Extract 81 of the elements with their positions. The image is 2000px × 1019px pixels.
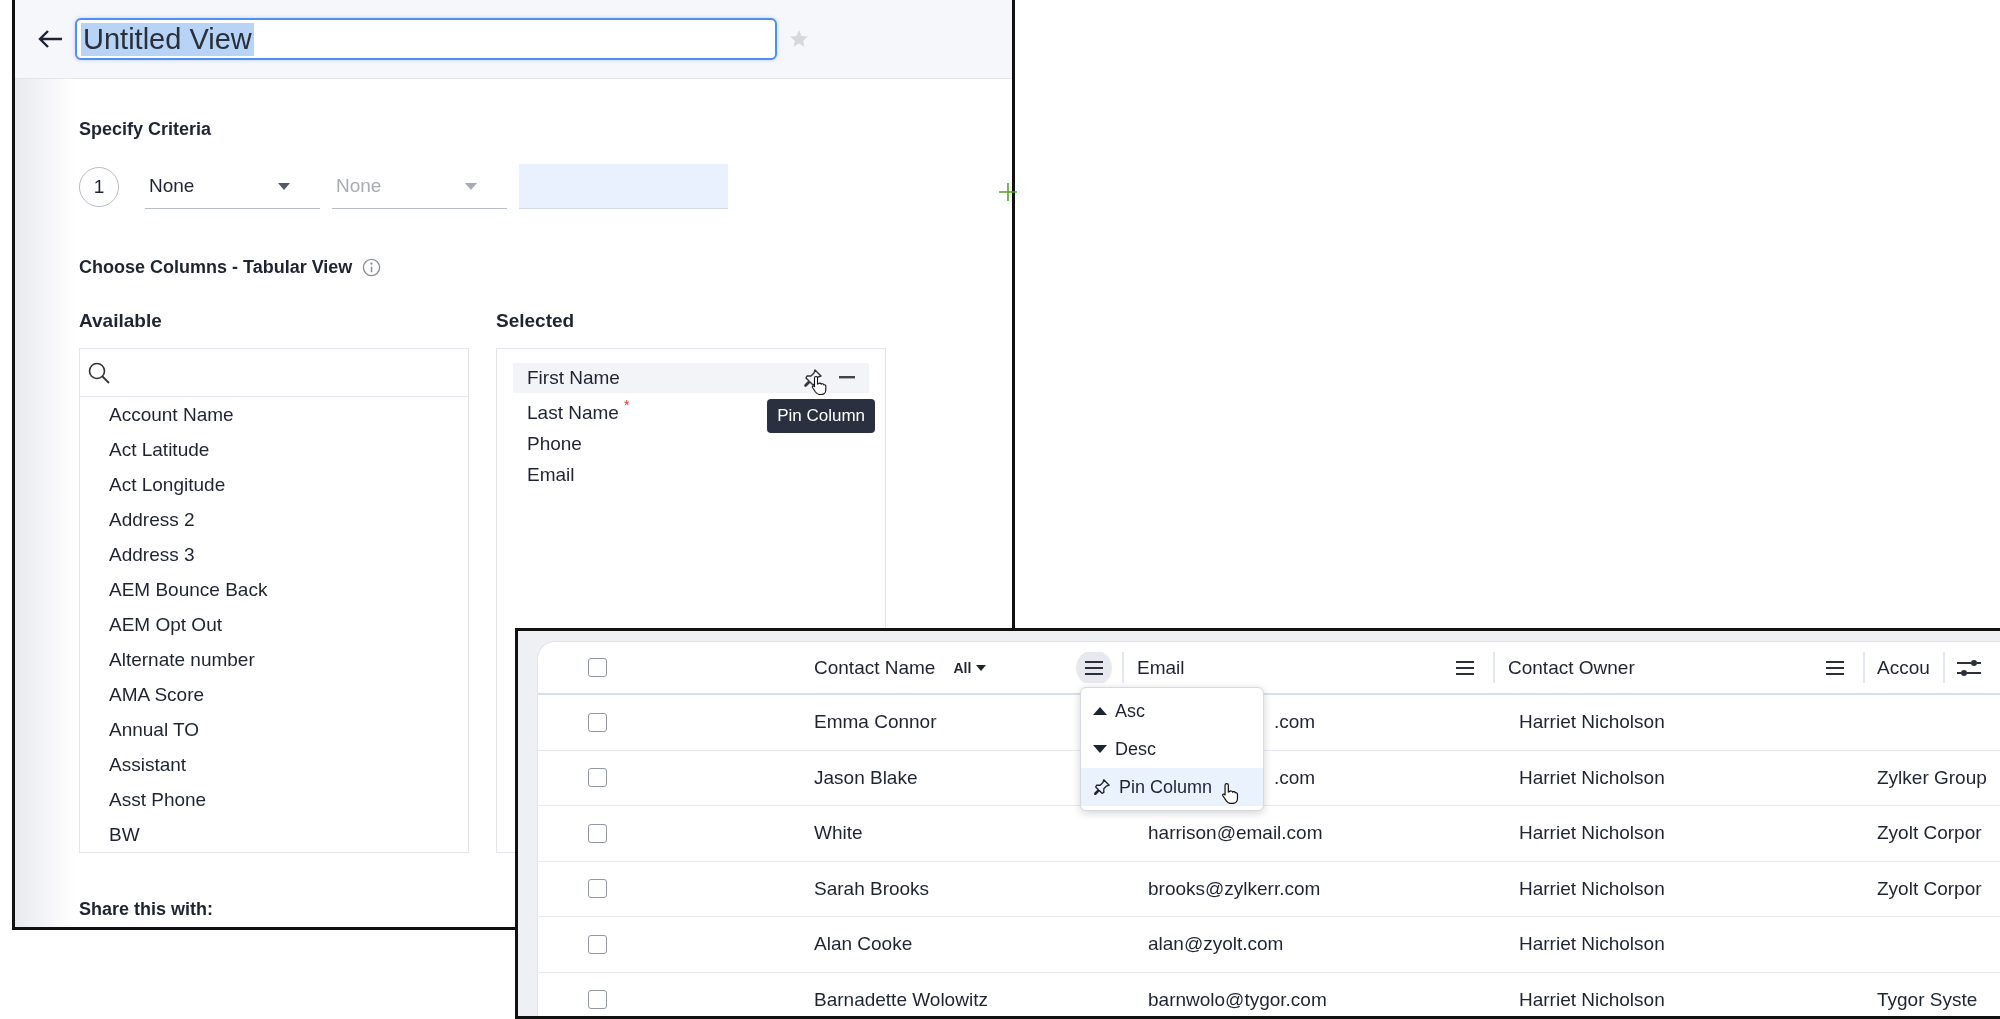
caret-icon	[976, 664, 987, 671]
selected-label: Selected	[496, 310, 576, 332]
owner-cell: Harriet Nicholson	[1519, 711, 1665, 734]
pin-icon	[1093, 778, 1111, 796]
caret-icon	[278, 182, 290, 190]
available-item[interactable]: AEM Opt Out	[80, 607, 468, 642]
available-item[interactable]: Annual TO	[80, 712, 468, 747]
menu-item[interactable]: Pin Column	[1081, 768, 1263, 806]
column-header[interactable]: Accou	[1877, 656, 1930, 679]
menu-item[interactable]: Desc	[1081, 730, 1263, 768]
owner-cell: Harriet Nicholson	[1519, 766, 1665, 789]
email-cell: alan@zyolt.com	[1148, 933, 1284, 956]
value-field[interactable]	[519, 164, 728, 209]
search-icon	[87, 360, 111, 385]
contact-name-cell: Sarah Brooks	[814, 877, 930, 900]
pin-icon[interactable]	[803, 368, 823, 388]
row-checkbox[interactable]	[588, 712, 607, 732]
email-cell: .com	[1274, 766, 1316, 789]
view-name-text: Untitled View	[81, 22, 254, 56]
row-checkbox[interactable]	[588, 879, 607, 899]
menu-icon	[1085, 660, 1103, 675]
select-all-checkbox[interactable]	[588, 658, 607, 677]
contact-name-cell: White	[814, 822, 863, 845]
column-header[interactable]: Contact Owner	[1508, 656, 1635, 679]
contact-name-cell: Barnadette Wolowitz	[814, 988, 988, 1011]
contact-name-cell: Emma Connor	[814, 711, 937, 734]
menu-icon	[1826, 660, 1844, 675]
email-cell: barnwolo@tygor.com	[1148, 988, 1327, 1011]
share-heading: Share this with:	[79, 899, 213, 920]
available-label: Available	[79, 310, 163, 332]
contact-name-cell: Jason Blake	[814, 766, 918, 789]
email-cell: harrison@email.com	[1148, 822, 1323, 845]
info-icon[interactable]	[362, 258, 382, 277]
back-arrow-icon[interactable]	[37, 29, 63, 49]
available-item[interactable]: Act Latitude	[80, 432, 468, 467]
available-item[interactable]: Alternate number	[80, 642, 468, 677]
selected-item[interactable]: Email	[513, 459, 869, 490]
column-menu-button[interactable]	[1076, 652, 1112, 683]
available-item[interactable]: Account Name	[80, 397, 468, 432]
email-cell: .com	[1274, 711, 1316, 734]
available-item[interactable]: Act Longitude	[80, 467, 468, 502]
owner-cell: Harriet Nicholson	[1519, 933, 1665, 956]
row-checkbox[interactable]	[588, 823, 607, 843]
available-item[interactable]: Address 2	[80, 502, 468, 537]
account-cell: Zyolt Corpor	[1877, 822, 1982, 845]
hand-cursor-icon	[1221, 782, 1239, 804]
menu-item[interactable]: Asc	[1081, 692, 1263, 730]
remove-icon[interactable]	[839, 376, 855, 380]
view-name-field[interactable]: Untitled View	[75, 18, 777, 60]
available-item[interactable]: BW	[80, 817, 468, 852]
owner-cell: Harriet Nicholson	[1519, 988, 1665, 1011]
owner-cell: Harriet Nicholson	[1519, 822, 1665, 845]
row-checkbox[interactable]	[588, 768, 607, 788]
settings-sliders-icon[interactable]	[1957, 658, 1981, 677]
required-mark: *	[623, 397, 630, 413]
available-item[interactable]: AMA Score	[80, 677, 468, 712]
star-icon[interactable]	[789, 29, 809, 49]
caret-icon	[465, 182, 477, 190]
criteria-dropdown[interactable]: None	[145, 164, 320, 209]
available-item[interactable]: AEM Bounce Back	[80, 572, 468, 607]
contact-name-cell: Alan Cooke	[814, 933, 913, 956]
filter-dropdown[interactable]: All	[953, 659, 987, 676]
sort-up-icon	[1093, 707, 1107, 715]
sort-down-icon	[1093, 745, 1107, 753]
email-cell: brooks@zylkerr.com	[1148, 877, 1321, 900]
account-cell: Tygor Syste	[1877, 988, 1978, 1011]
account-cell: Zyolt Corpor	[1877, 877, 1982, 900]
available-item[interactable]: Asst Phone	[80, 782, 468, 817]
criteria-heading: Specify Criteria	[79, 119, 213, 140]
row-checkbox[interactable]	[588, 990, 607, 1010]
available-item[interactable]: Address 3	[80, 537, 468, 572]
add-icon[interactable]	[999, 183, 1017, 201]
column-header[interactable]: Contact Name	[814, 656, 936, 679]
column-header[interactable]: Email	[1137, 656, 1185, 679]
row-checkbox[interactable]	[588, 934, 607, 954]
account-cell: Zylker Group	[1877, 766, 1987, 789]
available-item[interactable]: Assistant	[80, 747, 468, 782]
columns-heading: Choose Columns - Tabular View	[79, 257, 353, 278]
menu-icon	[1456, 660, 1474, 675]
owner-cell: Harriet Nicholson	[1519, 877, 1665, 900]
tooltip: Pin Column	[767, 399, 875, 433]
